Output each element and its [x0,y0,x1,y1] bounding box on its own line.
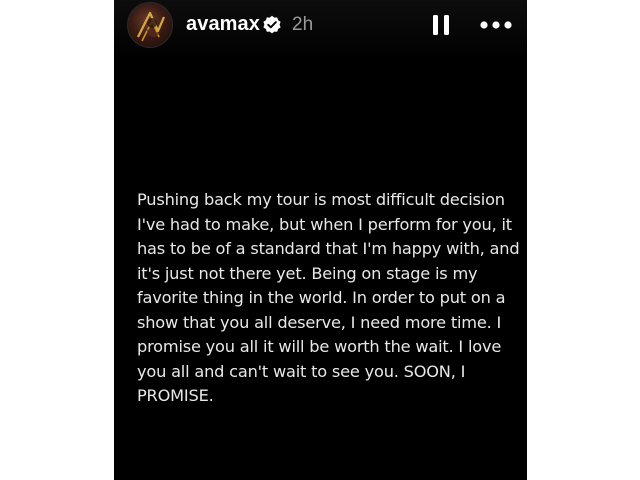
story-header: avamax 2h [114,0,527,52]
more-options-icon[interactable] [479,16,513,34]
pause-icon[interactable] [432,14,450,36]
post-time: 2h [292,14,314,35]
avatar-image-icon [137,11,166,42]
verified-badge-icon [263,15,281,34]
username[interactable]: avamax [186,13,260,36]
avatar[interactable] [127,2,173,48]
story-text: Pushing back my tour is most difficult d… [137,190,520,405]
story-viewer[interactable]: avamax 2h Pushing back my tour is most d… [114,0,527,480]
